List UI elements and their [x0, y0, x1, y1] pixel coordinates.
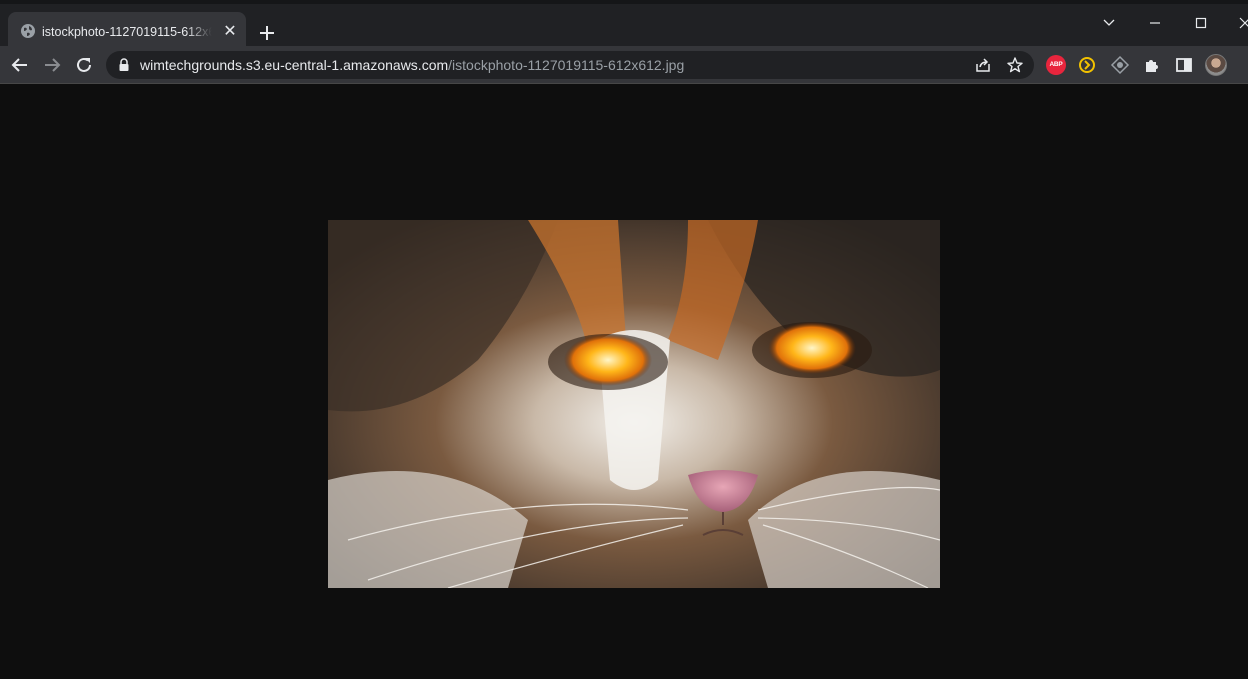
- forward-arrow-icon[interactable]: [41, 54, 63, 76]
- star-icon[interactable]: [1006, 56, 1024, 74]
- avatar[interactable]: [1205, 54, 1227, 76]
- extension-icon[interactable]: [1110, 55, 1130, 75]
- side-panel-icon[interactable]: [1174, 55, 1194, 75]
- lock-icon[interactable]: [118, 58, 130, 72]
- globe-icon: [21, 24, 35, 38]
- extension-icon[interactable]: [1077, 55, 1097, 75]
- address-bar[interactable]: wimtechgrounds.s3.eu-central-1.amazonaws…: [106, 51, 1034, 79]
- image-viewer: [0, 84, 1248, 679]
- url-text[interactable]: wimtechgrounds.s3.eu-central-1.amazonaws…: [140, 56, 684, 74]
- cat-photo: [328, 220, 940, 588]
- share-icon[interactable]: [974, 56, 992, 74]
- browser-tab-active[interactable]: istockphoto-1127019115-612x612.jpg ✕: [8, 12, 246, 50]
- puzzle-icon[interactable]: [1142, 55, 1162, 75]
- browser-title-bar: istockphoto-1127019115-612x612.jpg ✕: [0, 0, 1248, 50]
- tab-title: istockphoto-1127019115-612x612.jpg: [42, 25, 212, 39]
- reload-icon[interactable]: [73, 54, 95, 76]
- browser-toolbar: wimtechgrounds.s3.eu-central-1.amazonaws…: [0, 46, 1248, 84]
- url-path: /istockphoto-1127019115-612x612.jpg: [448, 57, 685, 73]
- close-icon[interactable]: ✕: [220, 22, 240, 42]
- window-close-icon[interactable]: [1230, 10, 1248, 36]
- url-host: wimtechgrounds.s3.eu-central-1.amazonaws…: [140, 57, 449, 73]
- back-arrow-icon[interactable]: [9, 54, 31, 76]
- adblock-icon[interactable]: ABP: [1046, 55, 1066, 75]
- minimize-icon[interactable]: [1140, 10, 1170, 36]
- maximize-icon[interactable]: [1186, 10, 1216, 36]
- plus-icon[interactable]: [256, 22, 278, 44]
- chevron-down-icon[interactable]: [1094, 10, 1124, 36]
